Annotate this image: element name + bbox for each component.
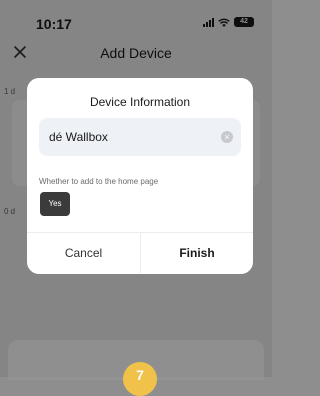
device-name-input[interactable] xyxy=(49,118,219,156)
device-info-dialog: Device Information × Whether to add to t… xyxy=(27,78,253,274)
finish-button[interactable]: Finish xyxy=(141,233,253,274)
cancel-button[interactable]: Cancel xyxy=(27,233,140,274)
step-badge: 7 xyxy=(123,362,157,396)
device-name-field[interactable]: × xyxy=(39,118,241,156)
clear-input-icon[interactable]: × xyxy=(221,131,233,143)
yes-toggle-button[interactable]: Yes xyxy=(40,192,70,216)
home-page-label: Whether to add to the home page xyxy=(39,177,159,186)
dialog-title: Device Information xyxy=(89,95,191,109)
